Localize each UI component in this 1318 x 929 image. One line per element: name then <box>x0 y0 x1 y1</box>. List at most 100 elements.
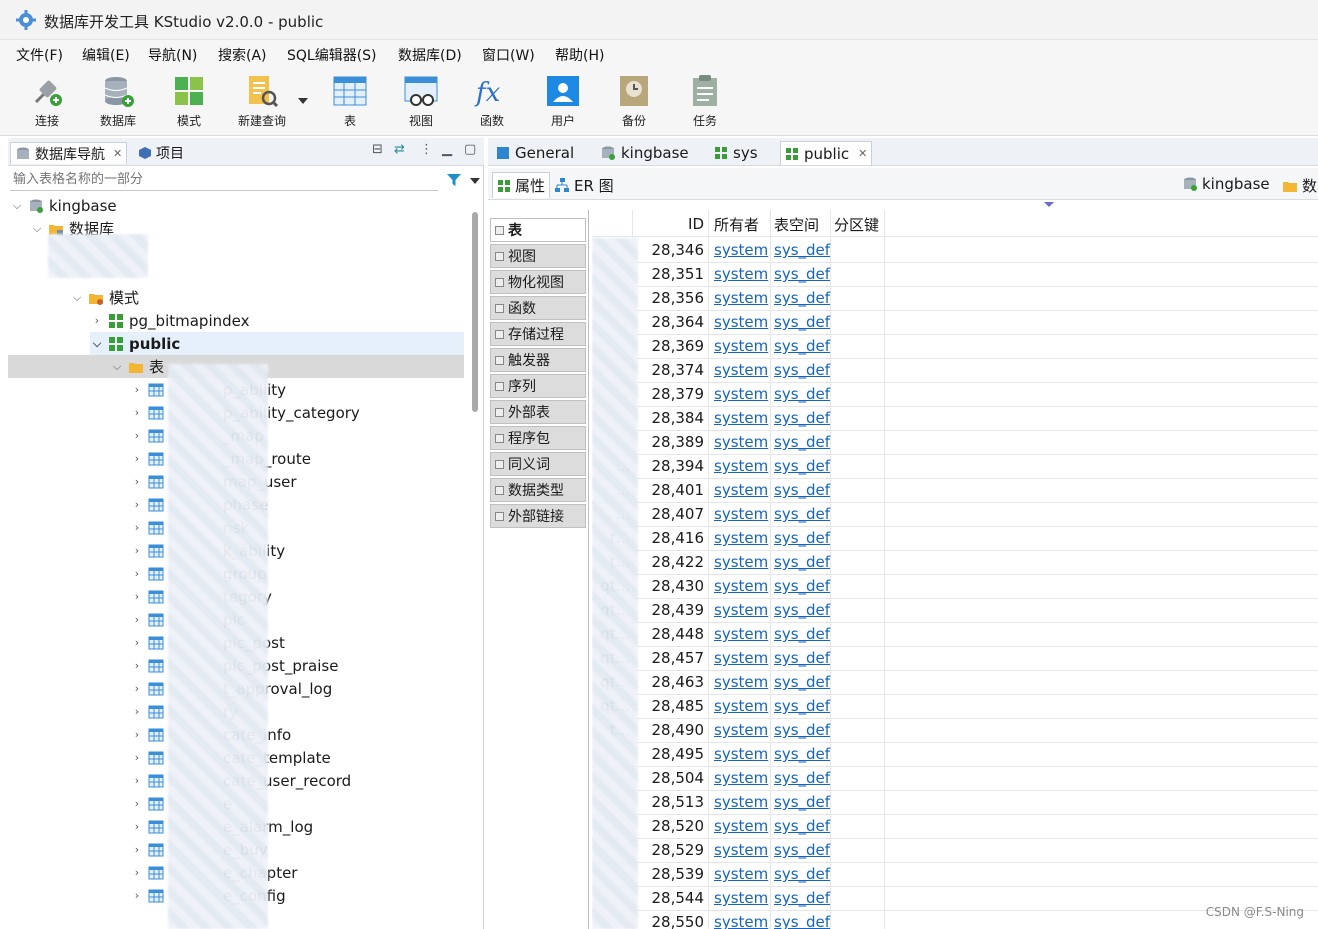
cell-tablespace-link[interactable]: sys_def <box>774 574 830 598</box>
cell-owner-link[interactable]: system <box>714 262 768 286</box>
cell-tablespace-link[interactable]: sys_def <box>774 886 830 910</box>
cell-owner-link[interactable]: system <box>714 598 768 622</box>
chevron-right-icon[interactable]: › <box>130 406 144 419</box>
tab-public[interactable]: public ✕ <box>780 141 873 165</box>
view-button[interactable]: 视图 <box>391 74 451 132</box>
chevron-right-icon[interactable]: › <box>130 544 144 557</box>
tab-database-navigator[interactable]: 数据库导航 ✕ <box>10 142 128 164</box>
chevron-right-icon[interactable]: › <box>130 797 144 810</box>
chevron-right-icon[interactable]: › <box>130 843 144 856</box>
chevron-down-icon[interactable]: ⌵ <box>10 199 24 213</box>
cell-owner-link[interactable]: system <box>714 814 768 838</box>
chevron-right-icon[interactable]: › <box>130 636 144 649</box>
cell-owner-link[interactable]: system <box>714 334 768 358</box>
breadcrumb-database[interactable]: 数 <box>1282 175 1317 196</box>
cell-owner-link[interactable]: system <box>714 526 768 550</box>
column-header-id[interactable]: ID <box>632 212 704 236</box>
menu-navigate[interactable]: 导航(N) <box>148 45 197 65</box>
chevron-right-icon[interactable]: › <box>130 452 144 465</box>
menu-help[interactable]: 帮助(H) <box>555 45 604 65</box>
cell-owner-link[interactable]: system <box>714 238 768 262</box>
menu-edit[interactable]: 编辑(E) <box>82 45 130 65</box>
connect-button[interactable]: 连接 <box>17 74 77 132</box>
chevron-right-icon[interactable]: › <box>130 889 144 902</box>
cell-tablespace-link[interactable]: sys_def <box>774 766 830 790</box>
object-type-item[interactable]: 序列 <box>490 374 586 398</box>
cell-owner-link[interactable]: system <box>714 454 768 478</box>
tab-properties[interactable]: 属性 <box>492 172 551 198</box>
new-query-button[interactable]: 新建查询 <box>231 74 293 132</box>
tree-node-schema-public[interactable]: ⌵ public <box>90 332 464 355</box>
close-icon[interactable]: ✕ <box>113 147 122 160</box>
chevron-right-icon[interactable]: › <box>130 866 144 879</box>
cell-tablespace-link[interactable]: sys_def <box>774 262 830 286</box>
cell-owner-link[interactable]: system <box>714 574 768 598</box>
column-header-partition-key[interactable]: 分区键 <box>834 212 879 236</box>
tree-node-schemas[interactable]: ⌵ 模式 <box>70 286 139 309</box>
cell-tablespace-link[interactable]: sys_def <box>774 358 830 382</box>
object-type-item[interactable]: 外部表 <box>490 400 586 424</box>
tab-kingbase[interactable]: kingbase <box>596 141 693 165</box>
tree-node-connection[interactable]: ⌵ kingbase <box>10 194 117 217</box>
chevron-right-icon[interactable]: › <box>130 475 144 488</box>
chevron-right-icon[interactable]: › <box>130 613 144 626</box>
object-type-item[interactable]: 视图 <box>490 244 586 268</box>
object-type-item[interactable]: 同义词 <box>490 452 586 476</box>
cell-tablespace-link[interactable]: sys_def <box>774 598 830 622</box>
chevron-right-icon[interactable]: › <box>130 728 144 741</box>
chevron-right-icon[interactable]: › <box>130 590 144 603</box>
task-button[interactable]: 任务 <box>675 74 735 132</box>
cell-owner-link[interactable]: system <box>714 382 768 406</box>
cell-tablespace-link[interactable]: sys_def <box>774 502 830 526</box>
tab-sys[interactable]: sys <box>710 141 762 165</box>
function-button[interactable]: fx 函数 <box>462 74 522 132</box>
cell-tablespace-link[interactable]: sys_def <box>774 334 830 358</box>
chevron-right-icon[interactable]: › <box>130 682 144 695</box>
schema-button[interactable]: 模式 <box>159 74 219 132</box>
close-icon[interactable]: ✕ <box>858 147 867 160</box>
chevron-right-icon[interactable]: › <box>130 567 144 580</box>
collapse-all-icon[interactable]: ⊟ <box>372 142 383 157</box>
cell-owner-link[interactable]: system <box>714 718 768 742</box>
column-header-tablespace[interactable]: 表空间 <box>774 212 819 236</box>
new-query-dropdown-icon[interactable] <box>298 98 308 104</box>
cell-tablespace-link[interactable]: sys_def <box>774 286 830 310</box>
cell-owner-link[interactable]: system <box>714 358 768 382</box>
table-button[interactable]: 表 <box>320 74 380 132</box>
cell-owner-link[interactable]: system <box>714 310 768 334</box>
cell-owner-link[interactable]: system <box>714 406 768 430</box>
cell-tablespace-link[interactable]: sys_def <box>774 646 830 670</box>
cell-owner-link[interactable]: system <box>714 886 768 910</box>
cell-owner-link[interactable]: system <box>714 286 768 310</box>
object-type-item[interactable]: 数据类型 <box>490 478 586 502</box>
cell-tablespace-link[interactable]: sys_def <box>774 790 830 814</box>
filter-icon[interactable] <box>446 172 462 188</box>
cell-owner-link[interactable]: system <box>714 430 768 454</box>
object-type-item[interactable]: 表 <box>490 218 586 242</box>
cell-tablespace-link[interactable]: sys_def <box>774 526 830 550</box>
tree-scrollbar[interactable] <box>472 212 478 412</box>
tab-project[interactable]: 项目 <box>138 142 184 164</box>
breadcrumb-connection[interactable]: kingbase <box>1182 175 1270 193</box>
cell-tablespace-link[interactable]: sys_def <box>774 550 830 574</box>
tree-node-schema-pg-bitmapindex[interactable]: › pg_bitmapindex <box>90 309 250 332</box>
cell-tablespace-link[interactable]: sys_def <box>774 670 830 694</box>
cell-owner-link[interactable]: system <box>714 910 768 929</box>
table-filter-input[interactable] <box>10 169 438 191</box>
tab-er-diagram[interactable]: ER 图 <box>550 172 618 198</box>
column-header-owner[interactable]: 所有者 <box>714 212 759 236</box>
cell-owner-link[interactable]: system <box>714 670 768 694</box>
object-type-item[interactable]: 存储过程 <box>490 322 586 346</box>
chevron-down-icon[interactable]: ⌵ <box>110 360 124 374</box>
cell-owner-link[interactable]: system <box>714 502 768 526</box>
cell-tablespace-link[interactable]: sys_def <box>774 862 830 886</box>
cell-tablespace-link[interactable]: sys_def <box>774 910 830 929</box>
menu-search[interactable]: 搜索(A) <box>218 45 267 65</box>
menu-sql-editor[interactable]: SQL编辑器(S) <box>287 45 377 65</box>
object-type-item[interactable]: 物化视图 <box>490 270 586 294</box>
cell-owner-link[interactable]: system <box>714 742 768 766</box>
cell-owner-link[interactable]: system <box>714 862 768 886</box>
cell-tablespace-link[interactable]: sys_def <box>774 478 830 502</box>
object-type-item[interactable]: 程序包 <box>490 426 586 450</box>
object-type-item[interactable]: 外部链接 <box>490 504 586 528</box>
